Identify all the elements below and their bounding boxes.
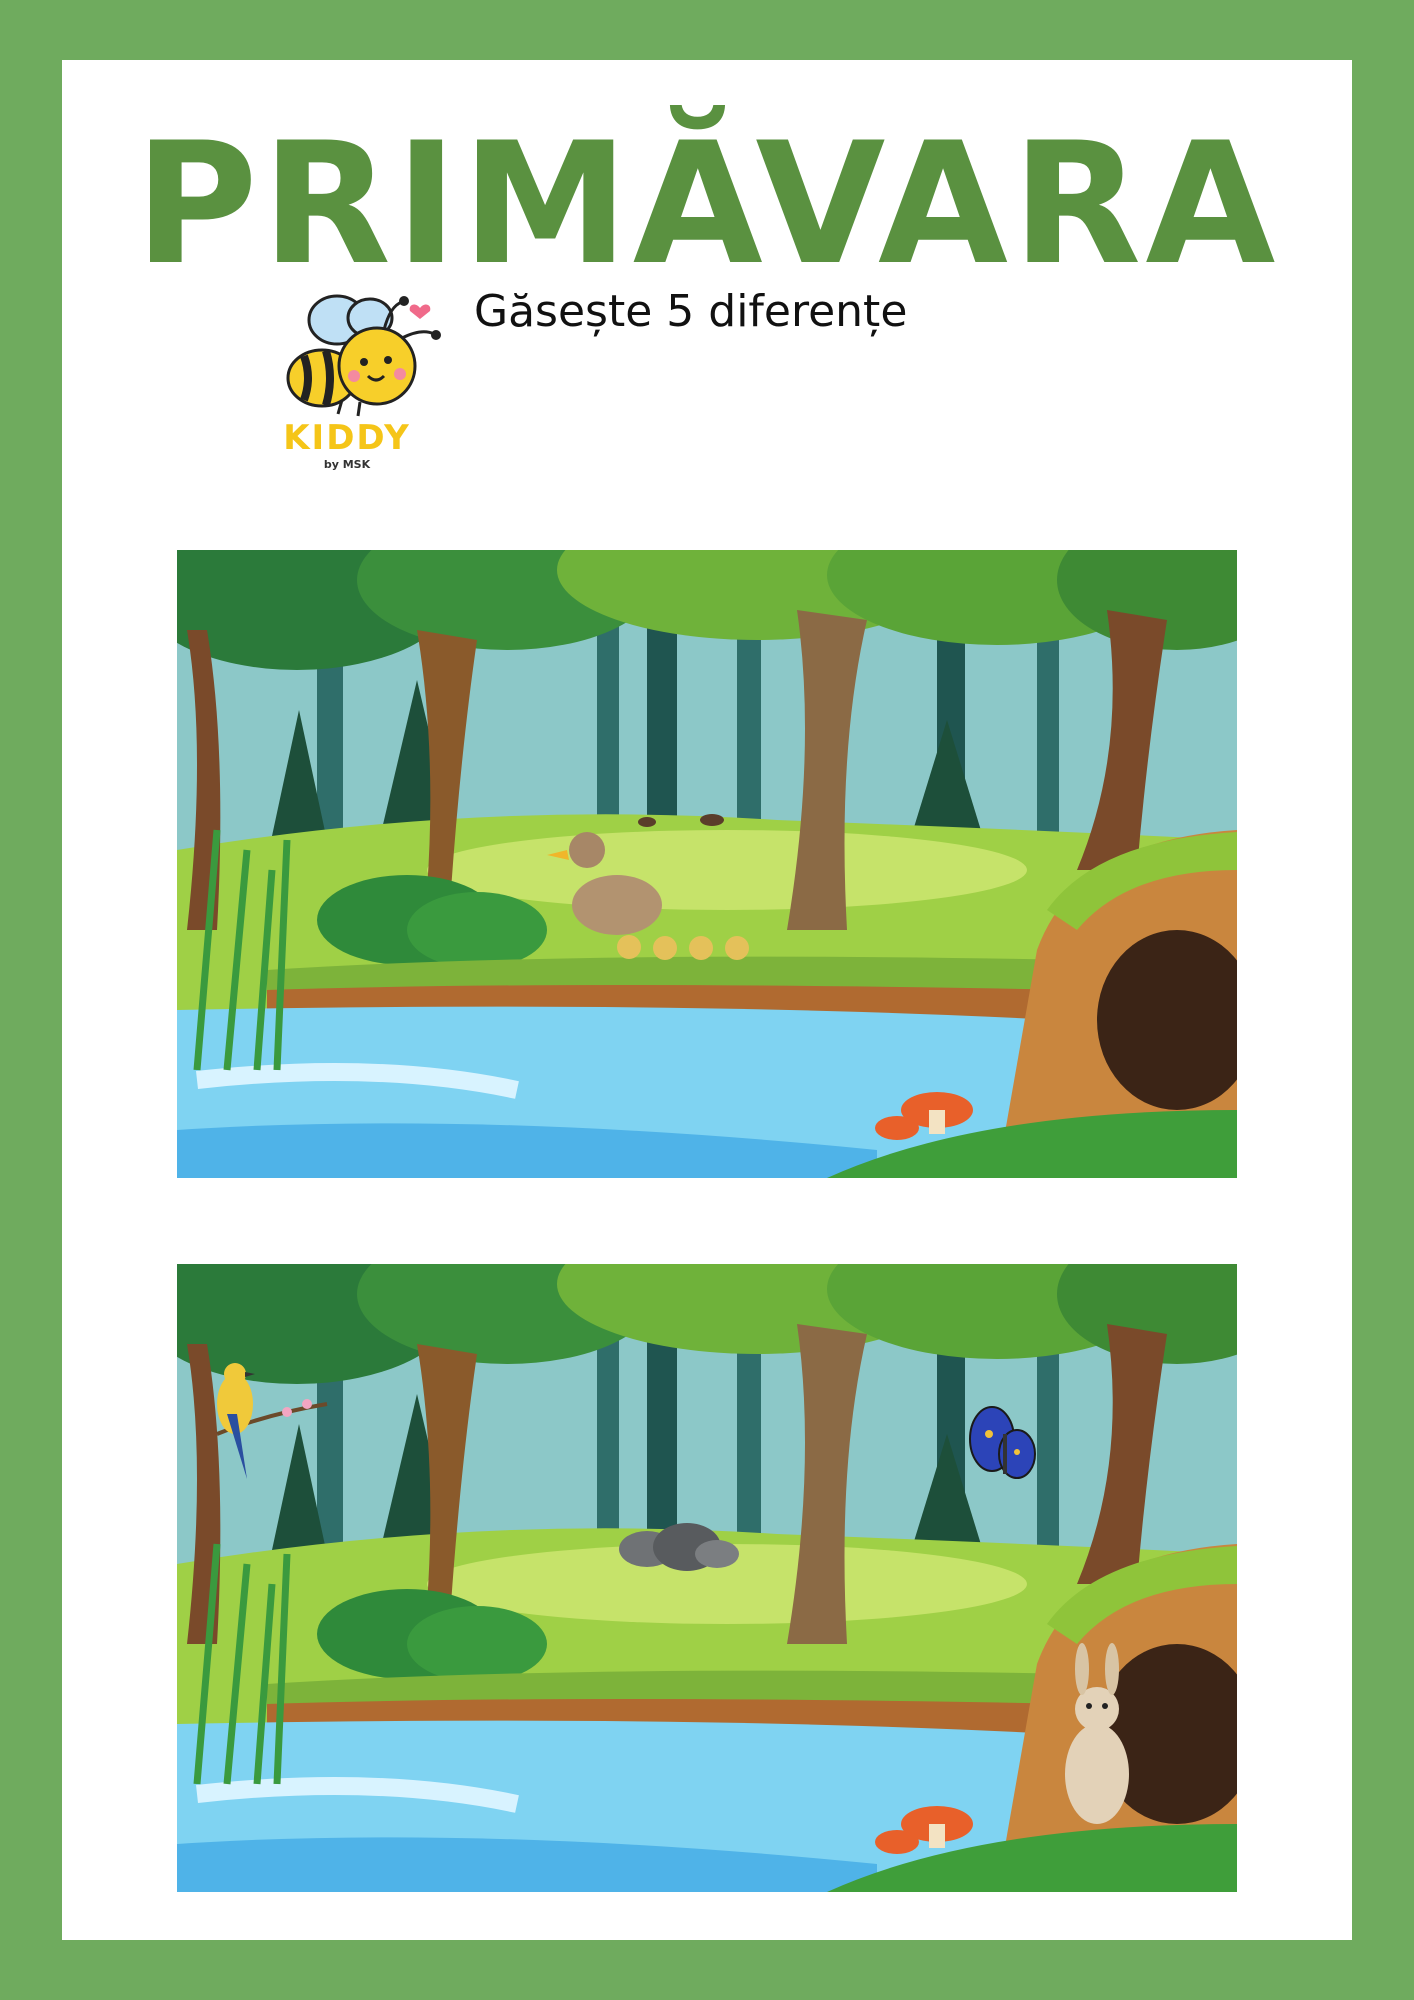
logo-brand: KIDDY xyxy=(283,418,411,458)
scene-modified xyxy=(177,1264,1237,1892)
page-subtitle: Găsește 5 diferențe xyxy=(474,286,908,337)
page-title: PRIMĂVARA xyxy=(134,106,1280,302)
worksheet-page: PRIMĂVARA KIDDY by MSK Găsește 5 diferen… xyxy=(62,60,1352,1940)
scene-original xyxy=(177,550,1237,1178)
logo-byline: by MSK xyxy=(323,458,371,471)
